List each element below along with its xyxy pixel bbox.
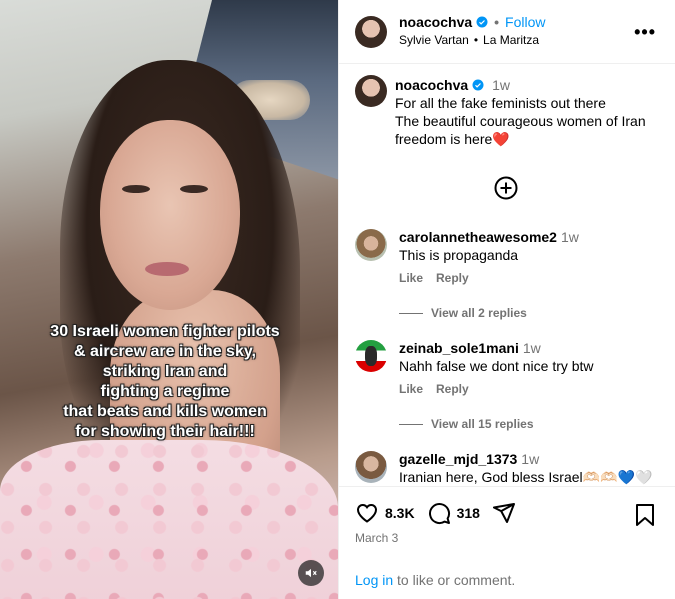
comment-count: 318 xyxy=(456,505,480,521)
avatar-figure xyxy=(365,346,377,366)
caption-line: For all the fake feminists out there xyxy=(395,95,606,111)
avatar[interactable] xyxy=(355,451,387,483)
comment-username[interactable]: gazelle_mjd_1373 xyxy=(399,451,517,467)
audio-separator: • xyxy=(473,33,479,47)
load-more-comments-button[interactable] xyxy=(494,176,518,200)
comment-timestamp[interactable]: 1w xyxy=(523,340,541,356)
subject-floral-dress xyxy=(0,440,338,599)
caption-timestamp[interactable]: 1w xyxy=(492,77,510,93)
overlay-line: that beats and kills women xyxy=(63,403,267,420)
view-replies-button[interactable]: View all 2 replies xyxy=(399,306,527,320)
action-buttons: 8.3K 318 xyxy=(355,501,528,525)
caption-avatar[interactable] xyxy=(355,75,387,107)
view-replies-button[interactable]: View all 15 replies xyxy=(399,417,534,431)
subject-eye-right xyxy=(180,185,208,193)
post-media[interactable]: 30 Israeli women fighter pilots & aircre… xyxy=(0,0,338,599)
subject-eye-left xyxy=(122,185,150,193)
comment-button[interactable]: 318 xyxy=(427,501,480,525)
caption-text: For all the fake feminists out there The… xyxy=(395,94,665,148)
verified-badge-icon xyxy=(472,79,484,91)
mute-toggle-button[interactable] xyxy=(298,560,324,586)
comment-text: Nahh false we dont nice try btw xyxy=(399,358,594,374)
post-actions-bar: 8.3K 318 March 3 Log in to like or comme… xyxy=(339,486,675,599)
like-button[interactable]: 8.3K xyxy=(355,501,415,525)
send-icon xyxy=(492,503,515,523)
audio-track[interactable]: La Maritza xyxy=(483,33,539,47)
comment-actions: Like Reply xyxy=(399,382,469,396)
comment-username[interactable]: zeinab_sole1mani xyxy=(399,340,519,356)
login-link[interactable]: Log in xyxy=(355,572,393,588)
comment-user-row: zeinab_sole1mani 1w xyxy=(399,340,541,356)
view-replies-label: View all 2 replies xyxy=(431,306,527,320)
subject-face xyxy=(100,120,240,310)
comment-like-button[interactable]: Like xyxy=(399,271,423,285)
login-prompt-text: to like or comment. xyxy=(393,572,516,588)
header-user-row: noacochva • Follow xyxy=(399,14,546,30)
post-container: 30 Israeli women fighter pilots & aircre… xyxy=(0,0,675,599)
avatar[interactable] xyxy=(355,16,387,48)
follow-button[interactable]: Follow xyxy=(505,14,545,30)
overlay-line: striking Iran and xyxy=(102,363,228,380)
video-overlay-caption: 30 Israeli women fighter pilots & aircre… xyxy=(0,322,330,442)
comment-reply-button[interactable]: Reply xyxy=(436,271,469,285)
speaker-muted-icon xyxy=(305,568,317,578)
avatar[interactable] xyxy=(355,229,387,261)
save-button[interactable] xyxy=(634,503,656,530)
login-prompt: Log in to like or comment. xyxy=(355,572,515,588)
comment-timestamp[interactable]: 1w xyxy=(561,229,579,245)
post-date[interactable]: March 3 xyxy=(355,531,398,545)
post-side-panel: noacochva • Follow Sylvie Vartan • La Ma… xyxy=(338,0,675,599)
comment-reply-button[interactable]: Reply xyxy=(436,382,469,396)
comment-timestamp[interactable]: 1w xyxy=(521,451,539,467)
heart-icon xyxy=(356,503,378,523)
avatar[interactable] xyxy=(355,340,387,372)
replies-divider xyxy=(399,312,423,314)
overlay-line: fighting a regime xyxy=(100,383,230,400)
caption-line: The beautiful courageous women of Iran xyxy=(395,113,646,129)
comment-text: This is propaganda xyxy=(399,247,519,263)
bookmark-icon xyxy=(636,504,654,526)
audio-artist[interactable]: Sylvie Vartan xyxy=(399,33,469,47)
more-options-button[interactable]: ••• xyxy=(634,22,656,43)
subject-lips xyxy=(145,262,189,276)
comment-text: Iranian here, God bless Israel🫶🏻🫶🏻💙🤍 xyxy=(399,469,653,485)
separator-dot: • xyxy=(494,14,500,30)
replies-divider xyxy=(399,423,423,425)
comment-username[interactable]: carolannetheawesome2 xyxy=(399,229,557,245)
comment-bubble-icon xyxy=(428,503,450,525)
share-button[interactable] xyxy=(492,501,516,525)
comment-like-button[interactable]: Like xyxy=(399,382,423,396)
caption-line: freedom is here❤️ xyxy=(395,131,510,147)
caption-username[interactable]: noacochva xyxy=(395,77,468,93)
author-username[interactable]: noacochva xyxy=(399,14,472,30)
like-count: 8.3K xyxy=(385,505,415,521)
audio-info[interactable]: Sylvie Vartan • La Maritza xyxy=(399,33,539,47)
post-header: noacochva • Follow Sylvie Vartan • La Ma… xyxy=(339,0,675,64)
comment-actions: Like Reply xyxy=(399,271,469,285)
comment-user-row: gazelle_mjd_1373 1w xyxy=(399,451,539,467)
overlay-line: 30 Israeli women fighter pilots xyxy=(50,323,280,340)
plus-circle-icon xyxy=(494,176,518,200)
overlay-line: & aircrew are in the sky, xyxy=(73,343,256,360)
verified-badge-icon xyxy=(476,16,488,28)
view-replies-label: View all 15 replies xyxy=(431,417,534,431)
overlay-line: for showing their hair!!! xyxy=(75,423,255,440)
comment-user-row: carolannetheawesome2 1w xyxy=(399,229,579,245)
caption-user-row: noacochva 1w xyxy=(395,77,510,93)
